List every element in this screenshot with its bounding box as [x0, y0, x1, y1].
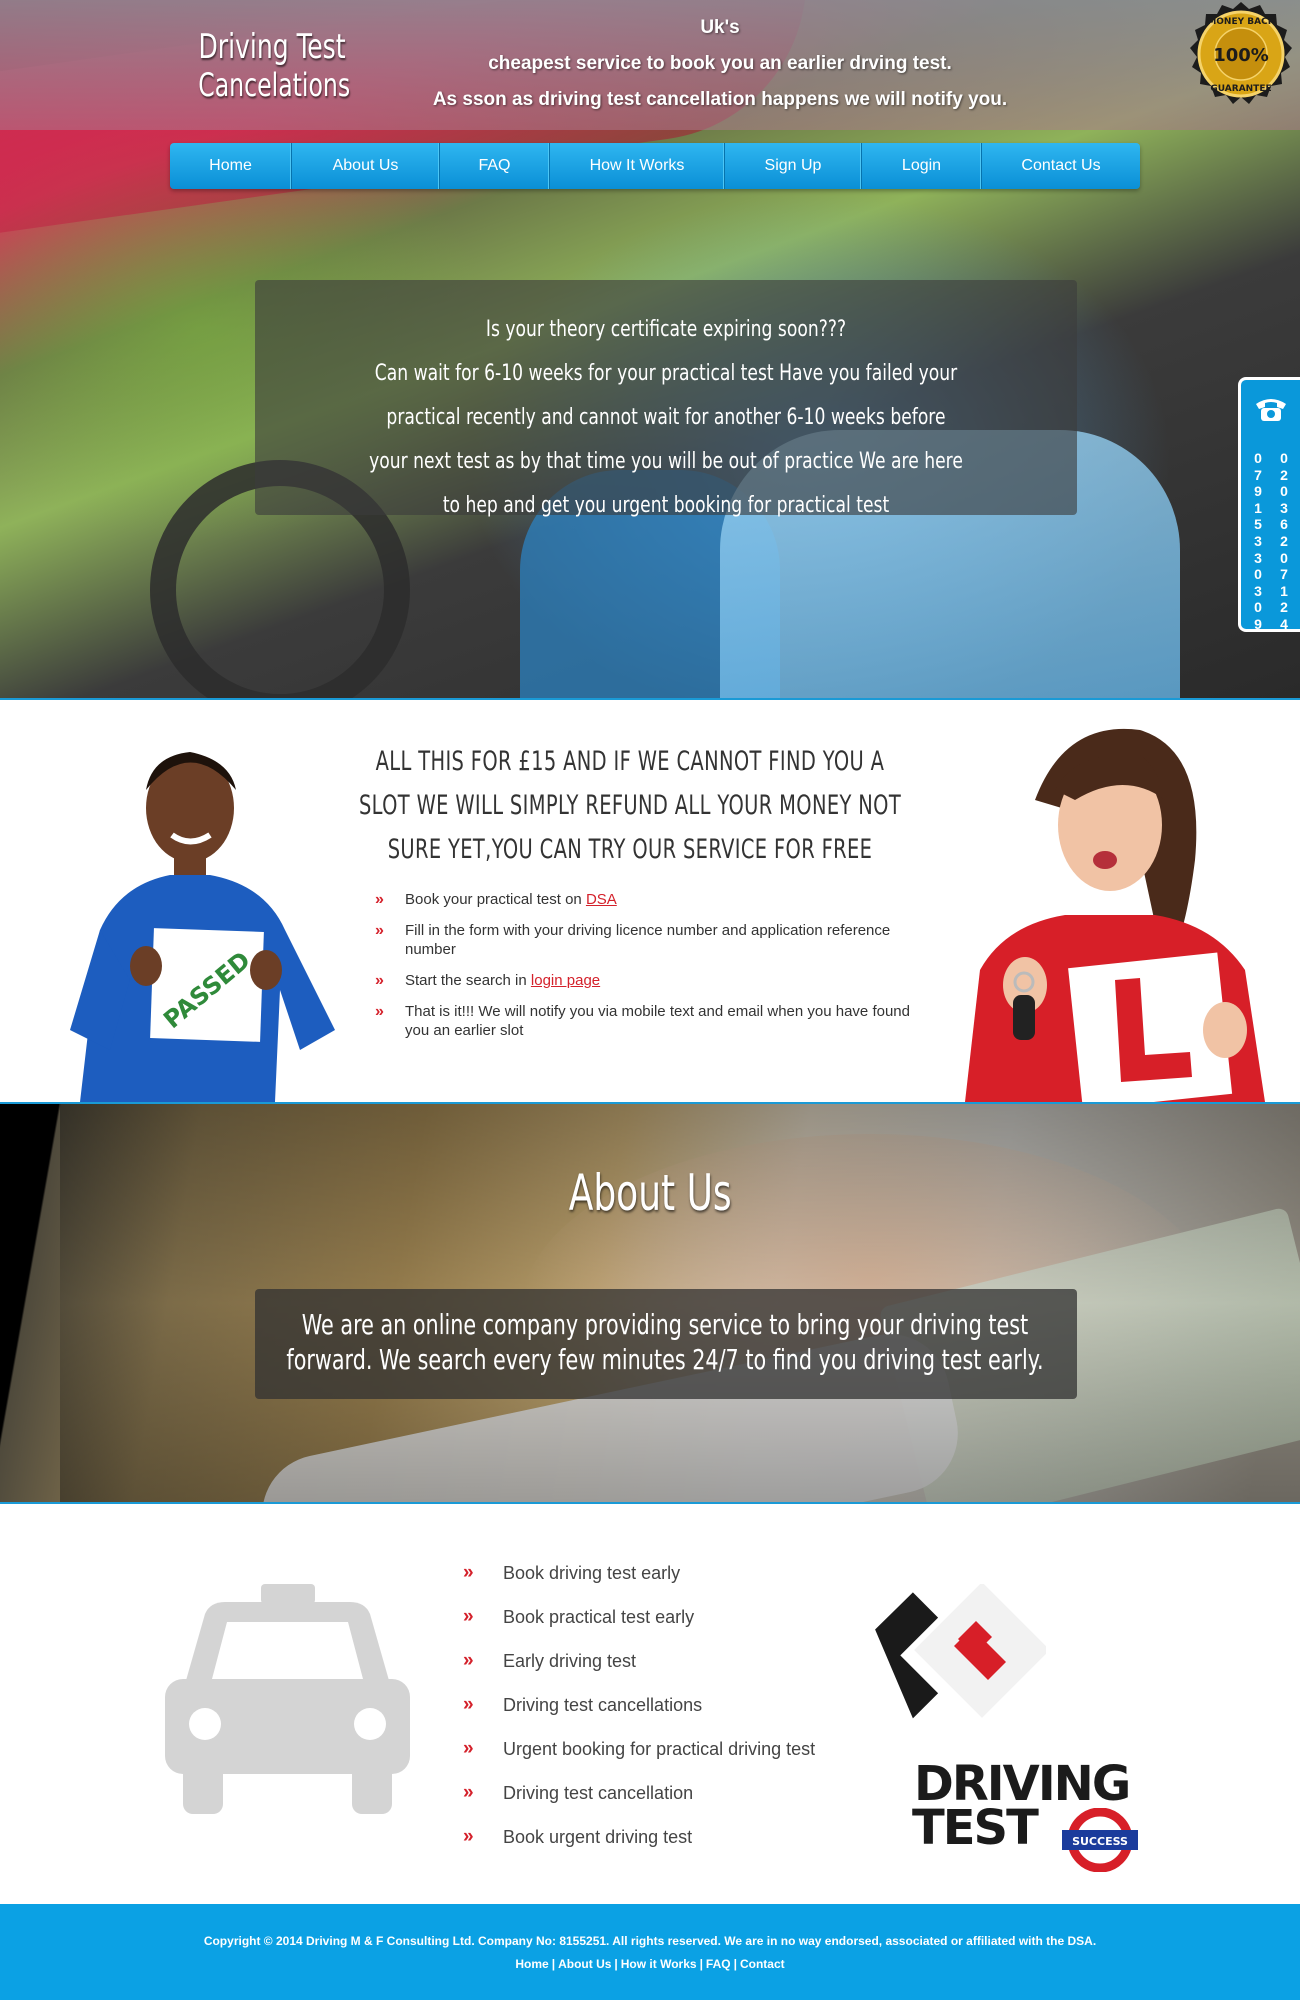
- how-it-works-steps: » Book your practical test on DSA » Fill…: [375, 890, 915, 1052]
- success-text: SUCCESS: [1072, 1835, 1128, 1848]
- keyword-item[interactable]: » Book practical test early: [463, 1606, 883, 1628]
- about-title-text: About Us: [568, 1164, 732, 1222]
- dt-logo-line2: TEST: [912, 1800, 1039, 1856]
- step-item: » That is it!!! We will notify you via m…: [375, 1002, 915, 1040]
- hero-message-box: Is your theory certificate expiring soon…: [255, 280, 1077, 518]
- about-title: About Us: [0, 1164, 1300, 1222]
- double-chevron-icon: »: [375, 891, 384, 908]
- driving-test-success-logo: DRIVING TEST SUCCESS: [912, 1756, 1152, 1876]
- double-chevron-icon: »: [463, 1782, 473, 1803]
- keyword-link[interactable]: Urgent booking for practical driving tes…: [503, 1739, 815, 1759]
- dsa-link[interactable]: DSA: [586, 891, 617, 908]
- nav-login[interactable]: Login: [862, 143, 982, 189]
- about-section: About Us We are an online company provid…: [0, 1104, 1300, 1502]
- keyword-item[interactable]: » Driving test cancellations: [463, 1694, 883, 1716]
- keywords-section: » Book driving test early » Book practical…: [0, 1504, 1300, 1904]
- nav-how-it-works[interactable]: How It Works: [550, 143, 725, 189]
- keyword-link[interactable]: Book urgent driving test: [503, 1827, 692, 1847]
- step-text: Fill in the form with your driving licen…: [405, 922, 891, 958]
- keyword-link[interactable]: Early driving test: [503, 1651, 636, 1671]
- double-chevron-icon: »: [463, 1562, 473, 1583]
- double-chevron-icon: »: [463, 1650, 473, 1671]
- nav-home[interactable]: Home: [170, 143, 292, 189]
- footer-separator: |: [699, 1957, 703, 1971]
- l-plate-logo: [875, 1584, 1046, 1719]
- nav-about-us[interactable]: About Us: [292, 143, 440, 189]
- about-text-box: We are an online company providing servi…: [255, 1289, 1077, 1399]
- nav-sign-up[interactable]: Sign Up: [725, 143, 862, 189]
- step-text: Start the search in: [405, 972, 531, 989]
- nav-contact-us[interactable]: Contact Us: [982, 143, 1140, 189]
- hero-description: Can wait for 6-10 weeks for your practic…: [369, 361, 963, 518]
- keyword-item[interactable]: » Book driving test early: [463, 1562, 883, 1584]
- keyword-link[interactable]: Book practical test early: [503, 1607, 694, 1627]
- step-text: Book your practical test on: [405, 891, 586, 908]
- double-chevron-icon: »: [463, 1606, 473, 1627]
- hero-question: Is your theory certificate expiring soon…: [485, 317, 847, 342]
- tagline-line3: As sson as driving test cancellation hap…: [432, 89, 1008, 110]
- keyword-link[interactable]: Book driving test early: [503, 1563, 680, 1583]
- double-chevron-icon: »: [463, 1826, 473, 1847]
- footer: Copyright © 2014 Driving M & F Consultin…: [0, 1904, 1300, 2000]
- step-item: » Book your practical test on DSA: [375, 890, 915, 909]
- keyword-item[interactable]: » Early driving test: [463, 1650, 883, 1672]
- logo-line1: Driving Test: [198, 27, 346, 67]
- phone-number-1[interactable]: 07915330309: [1251, 450, 1265, 633]
- step-item: » Fill in the form with your driving lic…: [375, 921, 915, 959]
- footer-link-how-it-works[interactable]: How it Works: [621, 1957, 697, 1971]
- phone-numbers-tab[interactable]: 07915330309 02036207124: [1238, 377, 1300, 632]
- promo-heading: ALL THIS FOR £15 AND IF WE CANNOT FIND Y…: [250, 740, 1010, 872]
- double-chevron-icon: »: [463, 1694, 473, 1715]
- nav-faq[interactable]: FAQ: [440, 143, 550, 189]
- badge-top-text: MONEY BACK: [1207, 17, 1275, 27]
- phone-icon: [1256, 399, 1286, 421]
- hero-section: Driving Test Cancelations Uk's cheapest …: [0, 0, 1300, 700]
- tagline-line1: Uk's: [700, 17, 740, 38]
- footer-link-contact[interactable]: Contact: [740, 1957, 785, 1971]
- taxi-icon: [165, 1584, 410, 1814]
- step-text: That is it!!! We will notify you via mob…: [405, 1003, 910, 1039]
- badge-center-text: 100%: [1213, 45, 1269, 66]
- footer-nav: Home | About Us | How it Works | FAQ | Contact: [0, 1957, 1300, 1971]
- header-tagline: Uk's cheapest service to book you an ear…: [380, 10, 1060, 118]
- money-back-guarantee-badge: 100% MONEY BACK GUARANTEE: [1190, 2, 1292, 104]
- keyword-link[interactable]: Driving test cancellations: [503, 1695, 702, 1715]
- keyword-item[interactable]: » Urgent booking for practical driving te…: [463, 1738, 883, 1760]
- footer-separator: |: [733, 1957, 737, 1971]
- site-logo[interactable]: Driving Test Cancelations: [182, 28, 362, 104]
- logo-line2: Cancelations: [198, 66, 351, 104]
- keyword-links: » Book driving test early » Book practical…: [463, 1562, 883, 1870]
- double-chevron-icon: »: [375, 922, 384, 939]
- tagline-line2: cheapest service to book you an earlier …: [488, 53, 952, 74]
- login-page-link[interactable]: login page: [531, 972, 600, 989]
- double-chevron-icon: »: [375, 1003, 384, 1020]
- promo-heading-text: ALL THIS FOR £15 AND IF WE CANNOT FIND Y…: [358, 746, 902, 865]
- badge-bottom-text: GUARANTEE: [1210, 84, 1271, 94]
- main-nav: Home About Us FAQ How It Works Sign Up L…: [170, 143, 1140, 189]
- keyword-item[interactable]: » Driving test cancellation: [463, 1782, 883, 1804]
- keyword-link[interactable]: Driving test cancellation: [503, 1783, 693, 1803]
- footer-copyright: Copyright © 2014 Driving M & F Consultin…: [203, 1934, 1097, 1948]
- keyword-item[interactable]: » Book urgent driving test: [463, 1826, 883, 1848]
- footer-link-faq[interactable]: FAQ: [706, 1957, 731, 1971]
- footer-separator: |: [551, 1957, 556, 1971]
- about-text: We are an online company providing servi…: [286, 1308, 1044, 1376]
- footer-separator: |: [614, 1957, 618, 1971]
- step-item: » Start the search in login page: [375, 971, 915, 990]
- double-chevron-icon: »: [463, 1738, 473, 1759]
- footer-link-about-us[interactable]: About Us: [558, 1957, 611, 1971]
- phone-number-2[interactable]: 02036207124: [1277, 450, 1291, 633]
- double-chevron-icon: »: [375, 972, 384, 989]
- promo-section: PASSED ALL THIS FOR £15 AND IF WE CANNOT…: [0, 700, 1300, 1102]
- success-roundel-icon: SUCCESS: [1062, 1808, 1138, 1872]
- footer-link-home[interactable]: Home: [515, 1957, 548, 1971]
